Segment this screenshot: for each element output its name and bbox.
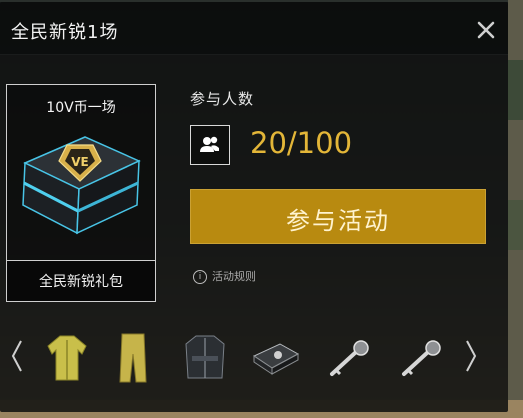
event-rules-link[interactable]: 活动规则 [212,268,256,284]
participant-count: 20/100 [250,126,353,160]
ticket-label: 10V币一场 [46,100,116,116]
participants-label: 参与人数 [190,90,255,108]
gift-card[interactable]: 10V币一场 VE 全民新锐礼包 [6,84,156,302]
info-icon: i [193,270,207,284]
dialog-title: 全民新锐1场 [11,22,119,43]
vest-icon[interactable] [180,332,230,384]
case-icon[interactable] [250,332,300,384]
gift-name-bar: 全民新锐礼包 [7,260,155,301]
people-icon [190,125,230,165]
join-event-button[interactable]: 参与活动 [190,189,486,244]
pants-icon[interactable] [108,332,158,384]
jacket-icon[interactable] [42,332,92,384]
join-event-label: 参与活动 [286,207,390,235]
event-dialog: 全民新锐1场 10V币一场 VE 全民新锐礼包 参与人数 20/100 参与活动… [0,2,508,412]
close-icon[interactable] [474,18,498,42]
svg-text:VE: VE [71,155,88,169]
gift-name: 全民新锐礼包 [39,274,123,290]
key-icon[interactable] [396,332,446,384]
chevron-left-icon[interactable] [8,338,26,374]
v-chest-icon: VE [22,136,141,235]
title-bar: 全民新锐1场 [0,2,508,55]
chevron-right-icon[interactable] [462,338,480,374]
key-icon[interactable] [324,332,374,384]
